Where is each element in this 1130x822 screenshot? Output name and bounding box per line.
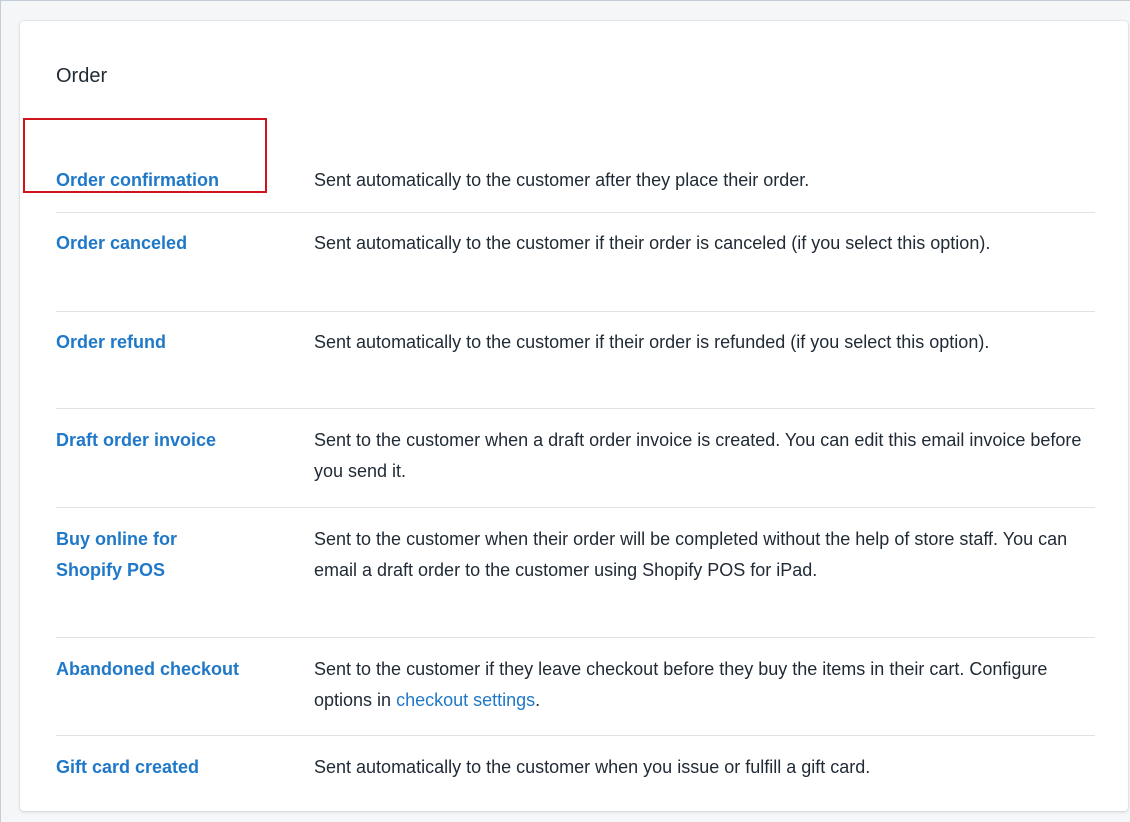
notification-description: Sent to the customer when their order wi… <box>314 529 1068 580</box>
abandoned-checkout-link[interactable]: Abandoned checkout <box>56 654 239 685</box>
notification-description: Sent to the customer if they leave check… <box>314 654 1095 716</box>
order-refund-link[interactable]: Order refund <box>56 327 166 358</box>
section-title: Order <box>56 65 108 87</box>
order-notifications-card: Order Order confirmation Sent automatica… <box>20 21 1128 811</box>
order-canceled-link[interactable]: Order canceled <box>56 228 187 259</box>
notification-description: Sent automatically to the customer when … <box>314 757 871 777</box>
notification-description: Sent automatically to the customer if th… <box>314 332 990 352</box>
notification-row-order-canceled: Order canceled Sent automatically to the… <box>56 213 1095 312</box>
notification-row-abandoned-checkout: Abandoned checkout Sent to the customer … <box>56 638 1095 736</box>
page-frame: Order Order confirmation Sent automatica… <box>0 0 1130 822</box>
checkout-settings-link[interactable]: checkout settings <box>396 690 535 710</box>
notification-row-buy-online-pos: Buy online for Shopify POS Sent to the c… <box>56 508 1095 638</box>
notification-description: Sent to the customer when a draft order … <box>314 430 1082 481</box>
notification-row-order-confirmation: Order confirmation Sent automatically to… <box>56 157 1095 213</box>
notification-row-order-refund: Order refund Sent automatically to the c… <box>56 312 1095 409</box>
order-confirmation-link[interactable]: Order confirmation <box>56 165 219 196</box>
notification-row-gift-card-created: Gift card created Sent automatically to … <box>56 736 1095 806</box>
notification-row-draft-order-invoice: Draft order invoice Sent to the customer… <box>56 409 1095 508</box>
notification-list: Order confirmation Sent automatically to… <box>56 157 1095 806</box>
description-text-end: . <box>535 690 541 710</box>
notification-description: Sent automatically to the customer after… <box>314 170 810 190</box>
buy-online-for-shopify-pos-link[interactable]: Buy online for Shopify POS <box>56 524 224 586</box>
draft-order-invoice-link[interactable]: Draft order invoice <box>56 425 216 456</box>
gift-card-created-link[interactable]: Gift card created <box>56 752 199 783</box>
notification-description: Sent automatically to the customer if th… <box>314 233 991 253</box>
